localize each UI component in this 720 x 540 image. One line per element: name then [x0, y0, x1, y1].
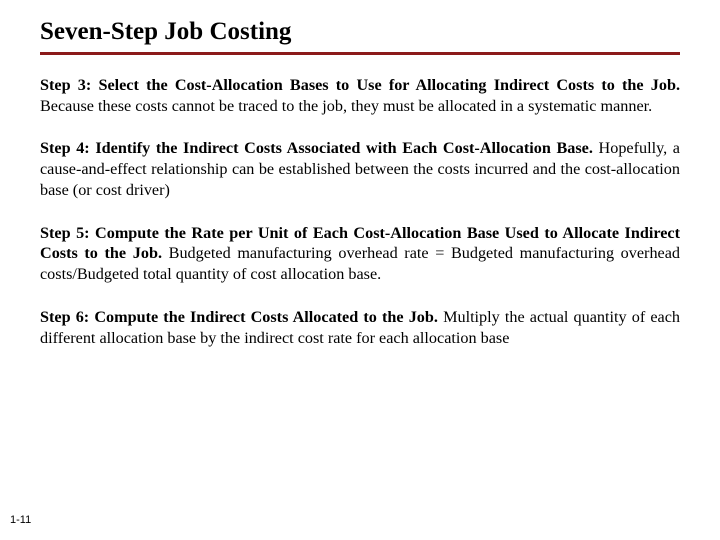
step-paragraph: Step 3: Select the Cost-Allocation Bases…: [40, 75, 680, 116]
title-underline: [40, 52, 680, 55]
page-title: Seven-Step Job Costing: [40, 18, 680, 46]
slide: Seven-Step Job Costing Step 3: Select th…: [0, 0, 720, 348]
step-lead: Step 4: Identify the Indirect Costs Asso…: [40, 139, 599, 157]
step-lead: Step 6: Compute the Indirect Costs Alloc…: [40, 308, 443, 326]
body-text: Step 3: Select the Cost-Allocation Bases…: [40, 75, 680, 348]
step-lead: Step 3: Select the Cost-Allocation Bases…: [40, 76, 680, 94]
page-number: 1-11: [10, 514, 31, 526]
step-rest: Because these costs cannot be traced to …: [40, 97, 652, 115]
step-paragraph: Step 6: Compute the Indirect Costs Alloc…: [40, 307, 680, 348]
step-paragraph: Step 5: Compute the Rate per Unit of Eac…: [40, 223, 680, 285]
step-paragraph: Step 4: Identify the Indirect Costs Asso…: [40, 138, 680, 200]
